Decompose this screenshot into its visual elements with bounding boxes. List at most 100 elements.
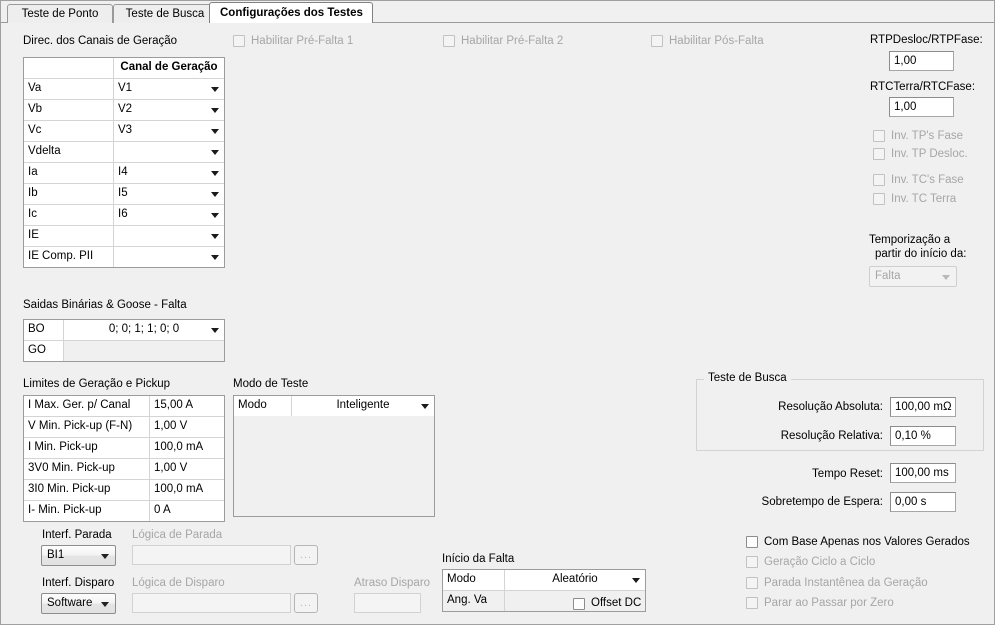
- checkbox-box: [233, 35, 245, 47]
- table-row: Vb V2: [24, 99, 224, 120]
- limit-value-imax-ger[interactable]: 15,00 A: [150, 396, 224, 416]
- gen-channel-select-ib[interactable]: I5: [114, 184, 224, 204]
- row-label-ie-comp-pii: IE Comp. PII: [24, 247, 114, 267]
- checkbox-geracao-ciclo-a-ciclo[interactable]: Geração Ciclo a Ciclo: [746, 556, 875, 568]
- table-row: GO: [24, 340, 224, 361]
- checkbox-inv-tc-terra[interactable]: Inv. TC Terra: [873, 193, 956, 205]
- select-value: Software: [47, 597, 93, 609]
- checkbox-inv-tps-fase[interactable]: Inv. TP's Fase: [873, 130, 963, 142]
- checkbox-label: Habilitar Pré-Falta 2: [461, 35, 564, 47]
- checkbox-habilitar-pos-falta[interactable]: Habilitar Pós-Falta: [651, 35, 764, 47]
- tempo-reset-input[interactable]: 100,00 ms: [890, 463, 956, 483]
- row-value-vb-cell: V2: [114, 100, 224, 120]
- rtp-ratio-input[interactable]: 1,00: [889, 51, 954, 71]
- table-row: Modo Aleatório: [443, 570, 645, 590]
- timing-start-select[interactable]: Falta: [869, 266, 957, 287]
- rtp-ratio-label: RTPDesloc/RTPFase:: [870, 34, 983, 46]
- fault-start-offset-cell: Offset DC: [568, 591, 645, 611]
- gen-channel-select-ia[interactable]: I4: [114, 163, 224, 183]
- test-mode-select[interactable]: Inteligente: [292, 396, 434, 416]
- limits-title: Limites de Geração e Pickup: [23, 378, 171, 390]
- checkbox-inv-tcs-fase[interactable]: Inv. TC's Fase: [873, 174, 964, 186]
- gen-channel-select-vdelta[interactable]: [114, 142, 224, 162]
- chevron-down-icon: [101, 553, 109, 559]
- limit-label-ineg-min-pickup: I- Min. Pick-up: [24, 501, 150, 521]
- limit-value-3i0-min-pickup[interactable]: 100,0 mA: [150, 480, 224, 500]
- row-value-go-cell[interactable]: [64, 341, 224, 361]
- checkbox-habilitar-pre-falta-1[interactable]: Habilitar Pré-Falta 1: [233, 35, 353, 47]
- chevron-down-icon: [101, 601, 109, 607]
- resolucao-absoluta-input[interactable]: 100,00 mΩ: [890, 397, 956, 417]
- table-row: Vc V3: [24, 120, 224, 141]
- limit-label-3v0-min-pickup: 3V0 Min. Pick-up: [24, 459, 150, 479]
- gen-channel-select-ic[interactable]: I6: [114, 205, 224, 225]
- table-row: Ib I5: [24, 183, 224, 204]
- chevron-down-icon: [211, 255, 219, 260]
- limit-value-ineg-min-pickup[interactable]: 0 A: [150, 501, 224, 521]
- limit-value-3v0-min-pickup[interactable]: 1,00 V: [150, 459, 224, 479]
- table-row: 3V0 Min. Pick-up 1,00 V: [24, 458, 224, 479]
- binary-output-bo-select[interactable]: 0; 0; 1; 1; 0; 0: [64, 320, 224, 340]
- table-row: I- Min. Pick-up 0 A: [24, 500, 224, 521]
- table-row: I Min. Pick-up 100,0 mA: [24, 437, 224, 458]
- row-label-va: Va: [24, 79, 114, 99]
- checkbox-inv-tp-desloc[interactable]: Inv. TP Desloc.: [873, 148, 968, 160]
- checkbox-box: [873, 193, 885, 205]
- gen-channel-select-vb[interactable]: V2: [114, 100, 224, 120]
- tab-teste-de-busca[interactable]: Teste de Busca: [113, 4, 217, 23]
- timing-label-line1: Temporização a: [869, 234, 951, 246]
- sobretempo-espera-input[interactable]: 0,00 s: [890, 492, 956, 512]
- atraso-disparo-label: Atraso Disparo: [354, 577, 431, 589]
- logica-disparo-browse-button[interactable]: ...: [294, 593, 318, 613]
- row-label-ie: IE: [24, 226, 114, 246]
- checkbox-box: [746, 556, 758, 568]
- row-value-ia-cell: I4: [114, 163, 224, 183]
- rtc-ratio-label: RTCTerra/RTCFase:: [870, 81, 976, 93]
- checkbox-label: Offset DC: [591, 597, 642, 609]
- checkbox-box: [873, 130, 885, 142]
- atraso-disparo-input[interactable]: [354, 593, 421, 613]
- resolucao-absoluta-label: Resolução Absoluta:: [778, 401, 883, 413]
- gen-channel-select-vc[interactable]: V3: [114, 121, 224, 141]
- row-label-ib: Ib: [24, 184, 114, 204]
- interf-disparo-label: Interf. Disparo: [42, 577, 115, 589]
- interf-disparo-select[interactable]: Software: [41, 593, 116, 614]
- fault-start-ang-value[interactable]: [505, 591, 568, 611]
- table-row: I Max. Ger. p/ Canal 15,00 A: [24, 396, 224, 416]
- checkbox-offset-dc[interactable]: Offset DC: [573, 594, 641, 611]
- checkbox-com-base-apenas-valores-gerados[interactable]: Com Base Apenas nos Valores Gerados: [746, 536, 970, 548]
- select-value: V1: [118, 82, 133, 94]
- select-value: I4: [118, 166, 128, 178]
- logica-parada-input[interactable]: [132, 545, 291, 565]
- checkbox-parar-ao-passar-por-zero[interactable]: Parar ao Passar por Zero: [746, 597, 894, 609]
- table-row: Va V1: [24, 78, 224, 99]
- chevron-down-icon: [211, 192, 219, 197]
- checkbox-habilitar-pre-falta-2[interactable]: Habilitar Pré-Falta 2: [443, 35, 563, 47]
- row-value-va-cell: V1: [114, 79, 224, 99]
- fault-start-mode-select[interactable]: Aleatório: [505, 570, 645, 590]
- checkbox-box: [873, 148, 885, 160]
- resolucao-relativa-label: Resolução Relativa:: [780, 430, 883, 442]
- gen-channel-select-ie-comp-pii[interactable]: [114, 247, 224, 267]
- logica-parada-browse-button[interactable]: ...: [294, 545, 318, 565]
- tab-teste-de-ponto[interactable]: Teste de Ponto: [7, 4, 113, 23]
- select-value: V3: [118, 124, 133, 136]
- table-row: Modo Inteligente: [234, 396, 434, 416]
- limit-value-vmin-pickup[interactable]: 1,00 V: [150, 417, 224, 437]
- table-row: Ia I4: [24, 162, 224, 183]
- interf-parada-select[interactable]: BI1: [41, 545, 116, 566]
- checkbox-box: [873, 174, 885, 186]
- gen-channel-select-va[interactable]: V1: [114, 79, 224, 99]
- tab-configuracoes-dos-testes[interactable]: Configurações dos Testes: [209, 2, 373, 23]
- rtc-ratio-input[interactable]: 1,00: [889, 97, 954, 117]
- table-row: V Min. Pick-up (F-N) 1,00 V: [24, 416, 224, 437]
- resolucao-relativa-input[interactable]: 0,10 %: [890, 426, 956, 446]
- logica-disparo-input[interactable]: [132, 593, 291, 613]
- select-value: Falta: [875, 270, 901, 282]
- checkbox-parada-instantanea-geracao[interactable]: Parada Instantênea da Geração: [746, 577, 928, 589]
- checkbox-label: Parar ao Passar por Zero: [764, 597, 894, 609]
- checkbox-label: Habilitar Pré-Falta 1: [251, 35, 354, 47]
- limit-value-imin-pickup[interactable]: 100,0 mA: [150, 438, 224, 458]
- gen-channel-select-ie[interactable]: [114, 226, 224, 246]
- checkbox-label: Inv. TC Terra: [891, 193, 957, 205]
